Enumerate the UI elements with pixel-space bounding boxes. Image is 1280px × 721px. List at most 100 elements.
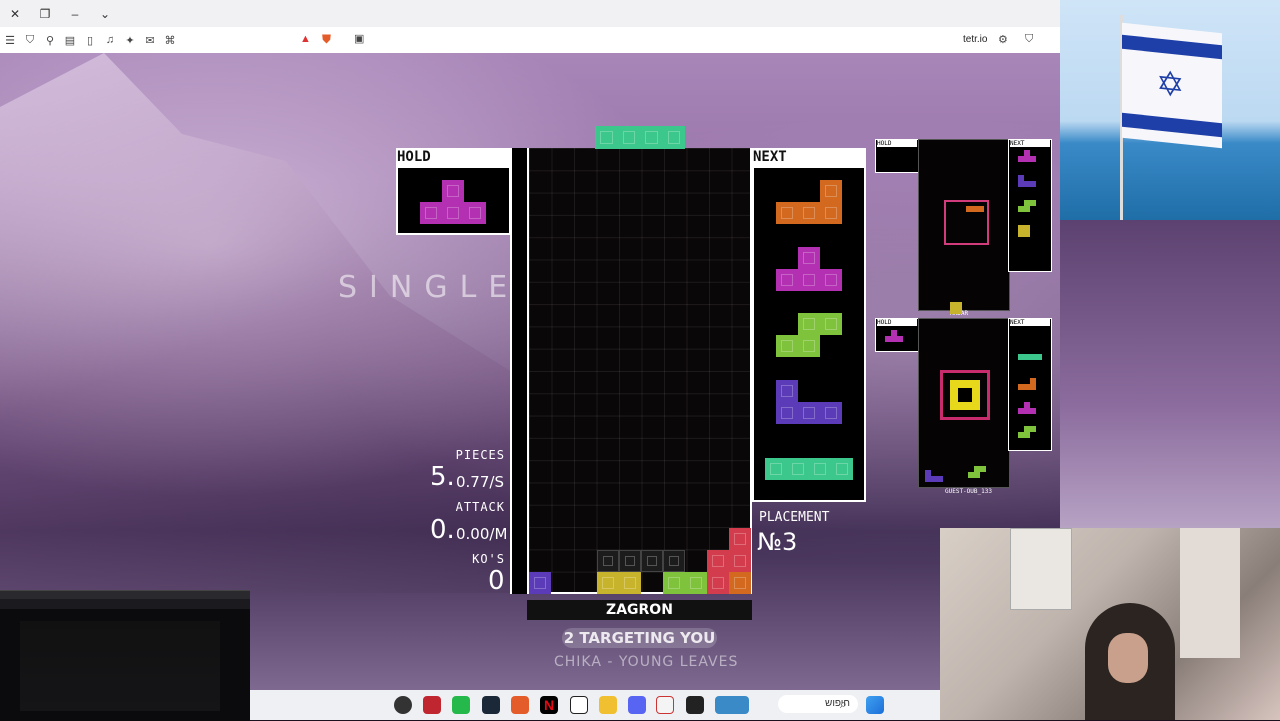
windows-start-icon[interactable] xyxy=(866,696,884,714)
brave-rewards-icon[interactable]: ▲ xyxy=(300,33,311,45)
music-icon[interactable]: ♫ xyxy=(100,34,120,46)
pin-icon[interactable]: ⚲ xyxy=(40,34,60,47)
kos-label: KO'S xyxy=(472,552,505,566)
next-piece-3-block xyxy=(820,313,842,335)
ghost-block xyxy=(663,550,685,572)
ghost-block xyxy=(641,550,663,572)
site-settings-icon[interactable]: ⚙ xyxy=(998,33,1008,46)
stack-block xyxy=(597,572,619,594)
opponent-1-next-label: NEXT xyxy=(1010,140,1050,147)
next-piece-5-block xyxy=(809,458,831,480)
hold-piece-block xyxy=(442,202,464,224)
netflix-icon[interactable]: N xyxy=(540,696,558,714)
next-piece-2-block xyxy=(798,269,820,291)
next-piece-3-block xyxy=(798,313,820,335)
chevron-down-icon[interactable]: ⌄ xyxy=(90,7,120,21)
opponent-1-stack xyxy=(956,308,962,314)
mini-address-bar xyxy=(0,599,250,609)
hold-piece-block xyxy=(442,180,464,202)
opponent-2-next-piece xyxy=(1024,432,1030,438)
ghost-block xyxy=(619,550,641,572)
curtain xyxy=(1180,528,1240,658)
stack-block xyxy=(619,572,641,594)
brave-shield-icon[interactable]: ⛊ xyxy=(322,32,331,47)
hold-piece-block xyxy=(464,202,486,224)
opponent-1-hold-label: HOLD xyxy=(877,140,917,147)
kos-value: 0 xyxy=(488,566,505,596)
hold-piece-block xyxy=(420,202,442,224)
opponent-2-stack xyxy=(980,466,986,472)
next-piece-5-block xyxy=(831,458,853,480)
second-screen-preview xyxy=(0,590,250,721)
opponent-1-next-piece xyxy=(1024,231,1030,237)
browser-addressbar: ☰ ⛉ ⚲ ▤ ▯ ♫ ✦ ✉ ⌘ ▲ ⛊ ▣ tetr.io ⚙ ⛉ xyxy=(0,27,1060,54)
active-piece-block xyxy=(662,126,685,149)
search-icon[interactable]: ⌕ xyxy=(840,697,847,712)
window-shutter xyxy=(1010,528,1072,610)
song-title: CHIKA - YOUNG LEAVES xyxy=(554,654,739,670)
whatsapp-icon[interactable] xyxy=(452,696,470,714)
next-label: NEXT xyxy=(753,149,787,165)
shield-icon[interactable]: ⛉ xyxy=(20,34,40,47)
mini-browser-bar xyxy=(0,591,250,599)
brave-icon[interactable] xyxy=(511,696,529,714)
opponent-2-next-piece xyxy=(1030,408,1036,414)
flag-bottom-stripe xyxy=(1122,112,1222,138)
next-piece-3-block xyxy=(798,335,820,357)
chatgpt-icon[interactable] xyxy=(570,696,588,714)
bookmark-icon[interactable]: ⛉ xyxy=(1025,33,1033,46)
star-of-david-icon: ✡ xyxy=(1156,64,1185,106)
active-piece-block xyxy=(617,126,640,149)
steam-icon[interactable] xyxy=(482,696,500,714)
opponent-2-hold-piece xyxy=(897,336,903,342)
next-piece-2-block xyxy=(776,269,798,291)
file-explorer-icon[interactable] xyxy=(599,696,617,714)
discord-icon[interactable] xyxy=(628,696,646,714)
translate-icon[interactable]: ⌘ xyxy=(160,34,180,47)
terminal-icon[interactable] xyxy=(686,696,704,714)
mode-text: SINGLE xyxy=(338,270,520,305)
url-text[interactable]: tetr.io xyxy=(963,34,987,45)
mail-icon[interactable] xyxy=(423,696,441,714)
opponent-2-next-piece xyxy=(1030,426,1036,432)
next-piece-5-block xyxy=(765,458,787,480)
opponent-1-next-piece xyxy=(1030,200,1036,206)
next-piece-5-block xyxy=(787,458,809,480)
sidebar-icon[interactable]: ▯ xyxy=(80,34,100,47)
targeting-badge: 2 TARGETING YOU xyxy=(562,628,717,648)
next-piece-4-block xyxy=(776,402,798,424)
next-piece-1-block xyxy=(820,202,842,224)
menu-icon[interactable]: ☰ xyxy=(0,34,20,47)
next-piece-1-block xyxy=(776,202,798,224)
restore-icon[interactable]: ❐ xyxy=(30,7,60,21)
next-piece-4-block xyxy=(820,402,842,424)
media-player-icon[interactable] xyxy=(394,696,412,714)
opponent-1-next-piece xyxy=(1030,156,1036,162)
stack-block xyxy=(707,550,729,572)
pieces-value: 5. xyxy=(430,462,455,492)
stack-block xyxy=(729,572,751,594)
mini-content xyxy=(20,621,220,711)
game-background-right xyxy=(1060,220,1280,530)
tabs-icon[interactable]: ▤ xyxy=(60,34,80,47)
pieces-rate: 0.77/S xyxy=(456,473,504,491)
minimize-icon[interactable]: – xyxy=(60,7,90,21)
opponent-1-piece xyxy=(966,206,984,212)
attack-rate: 0.00/M xyxy=(456,525,508,543)
outlook-icon[interactable]: ✉ xyxy=(140,34,160,47)
opponent-2-stack xyxy=(937,476,943,482)
close-icon[interactable]: ✕ xyxy=(0,7,30,21)
opponent-1-next-piece xyxy=(1030,181,1036,187)
stack-block xyxy=(707,572,729,594)
garbage-meter xyxy=(510,148,527,594)
app-icon[interactable] xyxy=(656,696,674,714)
extensions-icon[interactable]: ✦ xyxy=(120,34,140,47)
hold-label: HOLD xyxy=(397,149,431,165)
wallet-icon[interactable]: ▣ xyxy=(354,32,364,45)
weather-widget-icon[interactable] xyxy=(715,696,749,714)
israel-flag: ✡ xyxy=(1122,22,1222,149)
game-board[interactable] xyxy=(527,148,752,594)
placement-label: PLACEMENT xyxy=(759,510,830,525)
opponent-2-next-piece xyxy=(1036,354,1042,360)
stack-block xyxy=(729,528,751,550)
